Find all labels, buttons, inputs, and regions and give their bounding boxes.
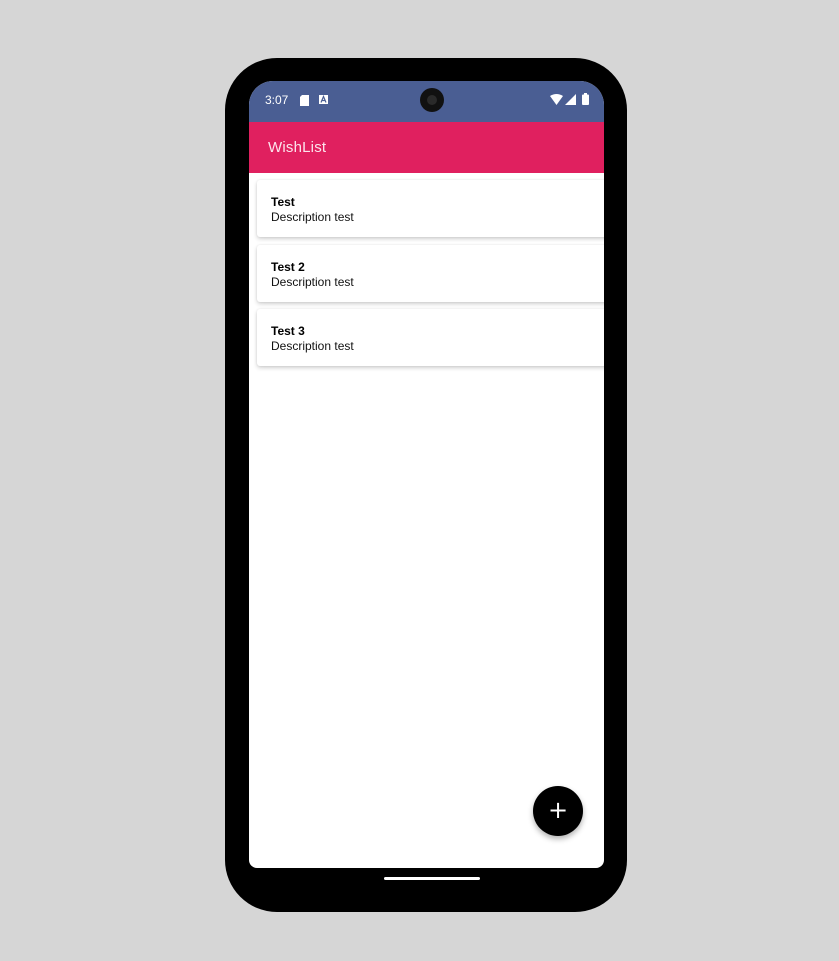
item-title: Test [271, 195, 295, 209]
list-item[interactable]: Test 3 Description test [257, 309, 604, 366]
app-screen: 3:07 WishList Test Description test Test… [249, 81, 604, 868]
app-title: WishList [268, 139, 327, 156]
item-description: Description test [271, 275, 354, 289]
list-item[interactable]: Test Description test [257, 180, 604, 237]
status-bar: 3:07 [249, 81, 604, 122]
item-title: Test 2 [271, 260, 305, 274]
wifi-icon [550, 94, 563, 105]
page-background: 3:07 WishList Test Description test Test… [0, 0, 839, 961]
sd-card-icon [300, 95, 309, 106]
home-indicator[interactable] [384, 877, 480, 880]
phone-frame: 3:07 WishList Test Description test Test… [225, 58, 627, 912]
status-time: 3:07 [265, 93, 289, 107]
camera-icon [420, 88, 444, 112]
add-item-button[interactable]: + [533, 786, 583, 836]
a-notification-icon [319, 95, 328, 104]
item-title: Test 3 [271, 324, 305, 338]
list-item[interactable]: Test 2 Description test [257, 245, 604, 302]
battery-icon [582, 93, 589, 105]
plus-icon: + [547, 796, 569, 824]
app-bar: WishList [249, 122, 604, 173]
item-description: Description test [271, 210, 354, 224]
signal-icon [565, 94, 576, 105]
item-description: Description test [271, 339, 354, 353]
wish-list: Test Description test Test 2 Description… [249, 173, 604, 533]
